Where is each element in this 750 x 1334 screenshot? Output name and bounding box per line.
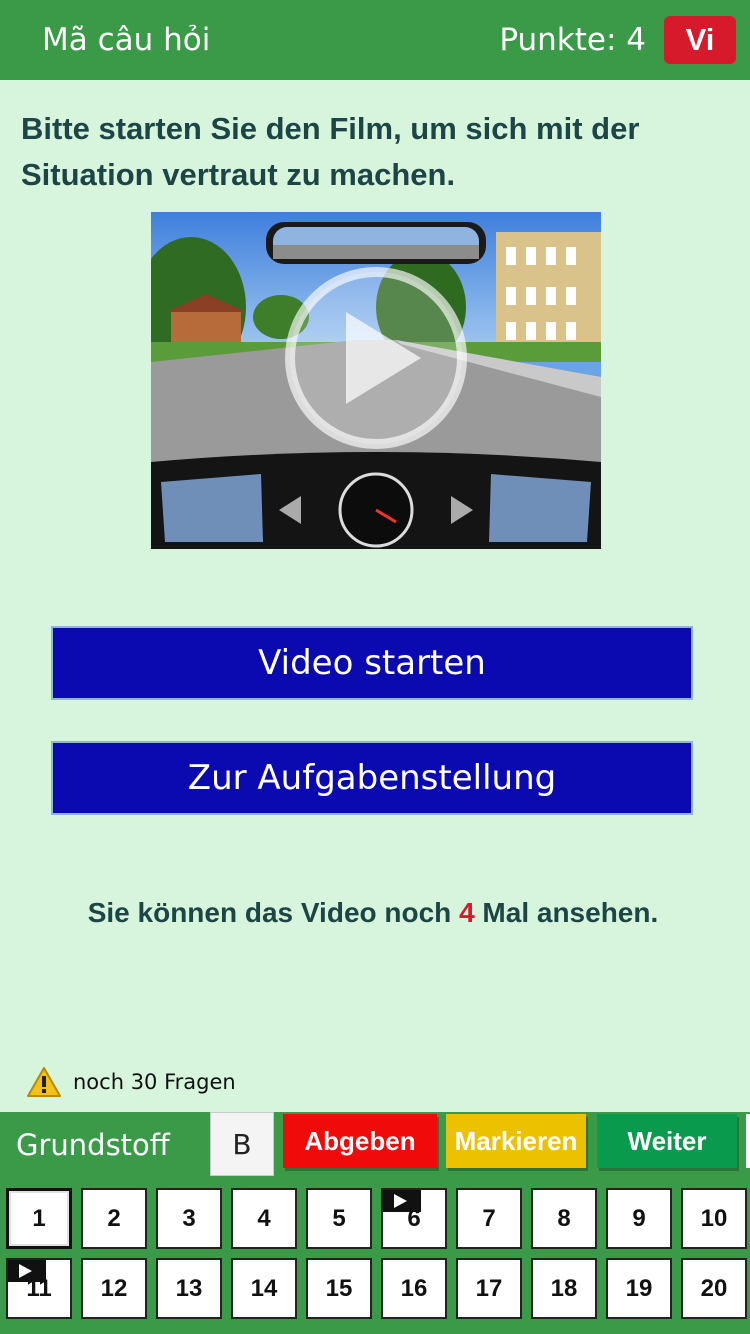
- question-number-label: 12: [100, 1274, 128, 1302]
- play-icon[interactable]: [285, 267, 467, 449]
- question-number-1[interactable]: 1: [6, 1188, 72, 1249]
- question-number-2[interactable]: 2: [81, 1188, 147, 1249]
- video-start-button[interactable]: Video starten: [51, 626, 693, 700]
- question-number-16[interactable]: 16: [381, 1258, 447, 1319]
- remaining-text: noch 30 Fragen: [73, 1070, 236, 1094]
- question-number-20[interactable]: 20: [681, 1258, 747, 1319]
- remaining-questions: noch 30 Fragen: [27, 1065, 236, 1099]
- page-title: Mã câu hỏi: [42, 22, 211, 58]
- question-number-label: 19: [625, 1274, 653, 1302]
- question-number-label: 13: [175, 1274, 203, 1302]
- question-area: Bitte starten Sie den Film, um sich mit …: [3, 80, 750, 1112]
- category-label: Grundstoff: [16, 1128, 170, 1162]
- question-number-11[interactable]: 11: [6, 1258, 72, 1319]
- question-number-14[interactable]: 14: [231, 1258, 297, 1319]
- question-number-6[interactable]: 6: [381, 1188, 447, 1249]
- video-flag-icon: [8, 1260, 46, 1282]
- question-number-17[interactable]: 17: [456, 1258, 522, 1319]
- replay-note-suffix: Mal ansehen.: [474, 897, 659, 928]
- question-text: Bitte starten Sie den Film, um sich mit …: [21, 111, 640, 192]
- video-player[interactable]: [151, 212, 601, 549]
- question-number-15[interactable]: 15: [306, 1258, 372, 1319]
- question-number-13[interactable]: 13: [156, 1258, 222, 1319]
- question-number-label: 4: [257, 1204, 271, 1232]
- question-number-label: 2: [107, 1204, 121, 1232]
- top-bar: Mã câu hỏi Punkte: 4 Vi: [0, 0, 750, 80]
- question-number-7[interactable]: 7: [456, 1188, 522, 1249]
- question-number-label: 15: [325, 1274, 353, 1302]
- replay-count: 4: [459, 897, 475, 928]
- question-number-label: 17: [475, 1274, 503, 1302]
- question-number-12[interactable]: 12: [81, 1258, 147, 1319]
- question-number-9[interactable]: 9: [606, 1188, 672, 1249]
- question-number-label: 10: [700, 1204, 728, 1232]
- submit-button[interactable]: Abgeben: [283, 1114, 437, 1168]
- video-flag-icon: [383, 1190, 421, 1212]
- question-number-8[interactable]: 8: [531, 1188, 597, 1249]
- question-number-label: 16: [400, 1274, 428, 1302]
- points-label: Punkte: 4: [499, 22, 646, 58]
- question-number-3[interactable]: 3: [156, 1188, 222, 1249]
- question-number-label: 18: [550, 1274, 578, 1302]
- question-number-label: 14: [250, 1274, 278, 1302]
- question-number-label: 1: [32, 1204, 46, 1232]
- question-number-label: 7: [482, 1204, 496, 1232]
- question-number-label: 9: [632, 1204, 646, 1232]
- question-number-18[interactable]: 18: [531, 1258, 597, 1319]
- to-task-button[interactable]: Zur Aufgabenstellung: [51, 741, 693, 815]
- question-number-5[interactable]: 5: [306, 1188, 372, 1249]
- next-button[interactable]: Weiter: [597, 1114, 737, 1168]
- question-number-label: 20: [700, 1274, 728, 1302]
- question-number-19[interactable]: 19: [606, 1258, 672, 1319]
- mark-button[interactable]: Markieren: [446, 1114, 586, 1168]
- video-thumbnail: [151, 212, 601, 549]
- question-number-10[interactable]: 10: [681, 1188, 747, 1249]
- question-number-4[interactable]: 4: [231, 1188, 297, 1249]
- replay-note: Sie können das Video noch 4 Mal ansehen.: [63, 890, 683, 936]
- replay-note-prefix: Sie können das Video noch: [87, 897, 460, 928]
- warning-icon: [27, 1067, 61, 1097]
- question-number-label: 8: [557, 1204, 571, 1232]
- overflow-button-edge[interactable]: [746, 1114, 750, 1168]
- license-class-button[interactable]: B: [210, 1112, 274, 1176]
- language-button[interactable]: Vi: [664, 16, 736, 64]
- question-number-label: 5: [332, 1204, 346, 1232]
- question-number-label: 3: [182, 1204, 196, 1232]
